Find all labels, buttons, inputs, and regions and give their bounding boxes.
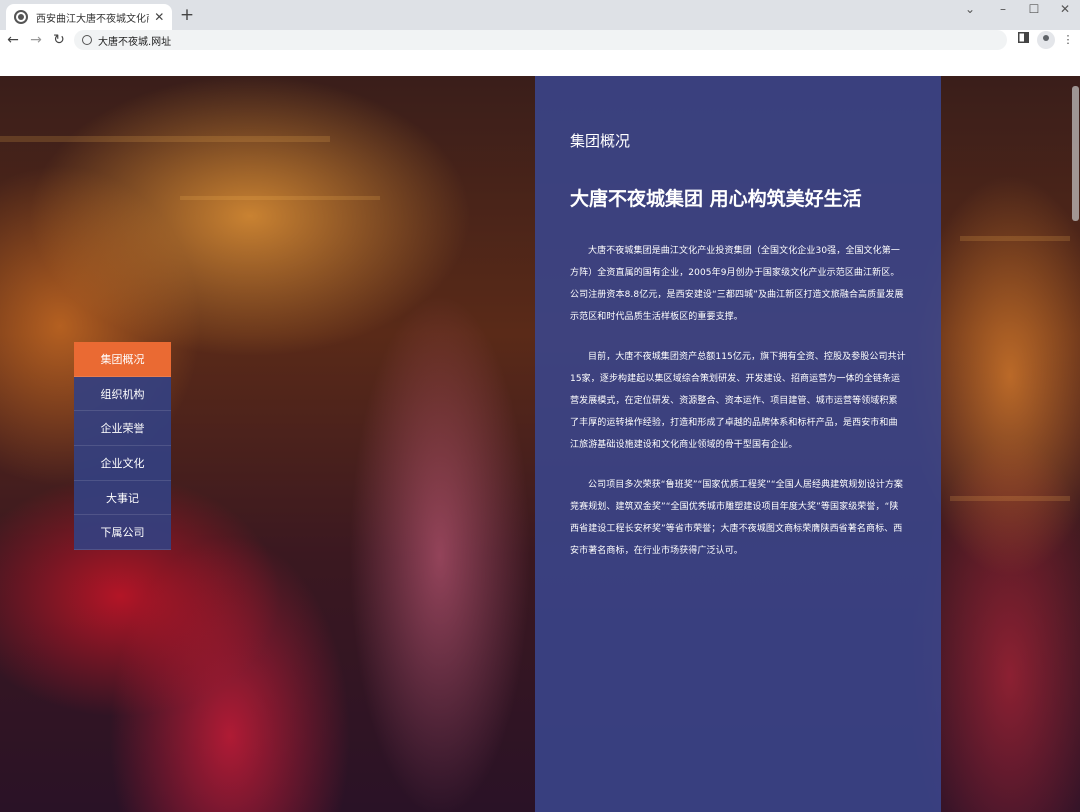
intro-paragraph-1: 大唐不夜城集团是曲江文化产业投资集团（全国文化企业30强，全国文化第一方阵）全资… (570, 246, 904, 322)
side-panel-icon[interactable] (1014, 31, 1032, 49)
browser-menu-icon[interactable]: ⋮ (1059, 31, 1077, 49)
section-title: 集团概况 (570, 132, 631, 150)
background-photo-detail (0, 136, 330, 142)
side-nav-item-subsidiaries[interactable]: 下属公司 (74, 515, 171, 551)
side-nav: 集团概况 组织机构 企业荣誉 企业文化 大事记 下属公司 (74, 342, 171, 551)
forward-button[interactable]: → (27, 31, 45, 49)
globe-icon (14, 10, 28, 24)
browser-tabstrip: 西安曲江大唐不夜城文化商业（集 ✕ + ⌄ – ☐ ✕ (0, 0, 1080, 30)
close-window-button[interactable]: ✕ (1050, 0, 1080, 20)
minimize-button[interactable]: – (988, 0, 1018, 20)
background-photo-detail (950, 496, 1070, 501)
page-viewport: 集团概况 大唐不夜城集团 用心构筑美好生活 大唐不夜城集团是曲江文化产业投资集团… (0, 76, 1080, 812)
profile-avatar[interactable] (1037, 31, 1055, 49)
tab-title: 西安曲江大唐不夜城文化商业（集 (36, 13, 149, 25)
background-photo-detail (180, 196, 380, 200)
browser-tab[interactable]: 西安曲江大唐不夜城文化商业（集 ✕ (6, 4, 172, 30)
tab-search-icon[interactable]: ⌄ (955, 0, 985, 20)
maximize-button[interactable]: ☐ (1019, 0, 1049, 20)
site-info-icon[interactable] (82, 35, 92, 45)
side-nav-item-culture[interactable]: 企业文化 (74, 446, 171, 481)
page-scrollbar[interactable] (1071, 76, 1080, 812)
side-nav-item-group-overview[interactable]: 集团概况 (74, 342, 171, 377)
background-photo-detail (960, 236, 1070, 241)
page-headline: 大唐不夜城集团 用心构筑美好生活 (570, 188, 862, 210)
close-tab-icon[interactable]: ✕ (153, 10, 166, 24)
back-button[interactable]: ← (4, 31, 22, 49)
content-panel: 集团概况 大唐不夜城集团 用心构筑美好生活 大唐不夜城集团是曲江文化产业投资集团… (535, 76, 941, 812)
intro-paragraph-3: 公司项目多次荣获“鲁班奖”“国家优质工程奖”“全国人居经典建筑规划设计方案竞赛规… (570, 480, 904, 556)
side-nav-item-honors[interactable]: 企业荣誉 (74, 411, 171, 447)
scrollbar-thumb[interactable] (1072, 86, 1079, 221)
intro-paragraph-2: 目前，大唐不夜城集团资产总额115亿元，旗下拥有全资、控股及参股公司共计15家，… (570, 352, 906, 450)
side-nav-item-organization[interactable]: 组织机构 (74, 376, 171, 412)
url-text: 大唐不夜城.网址 (98, 36, 172, 48)
side-nav-item-milestones[interactable]: 大事记 (74, 480, 171, 516)
browser-toolbar: ← → ↻ 大唐不夜城.网址 ⋮ (0, 30, 1080, 50)
address-bar[interactable]: 大唐不夜城.网址 (74, 30, 1007, 50)
new-tab-button[interactable]: + (178, 5, 196, 25)
reload-button[interactable]: ↻ (50, 31, 68, 49)
